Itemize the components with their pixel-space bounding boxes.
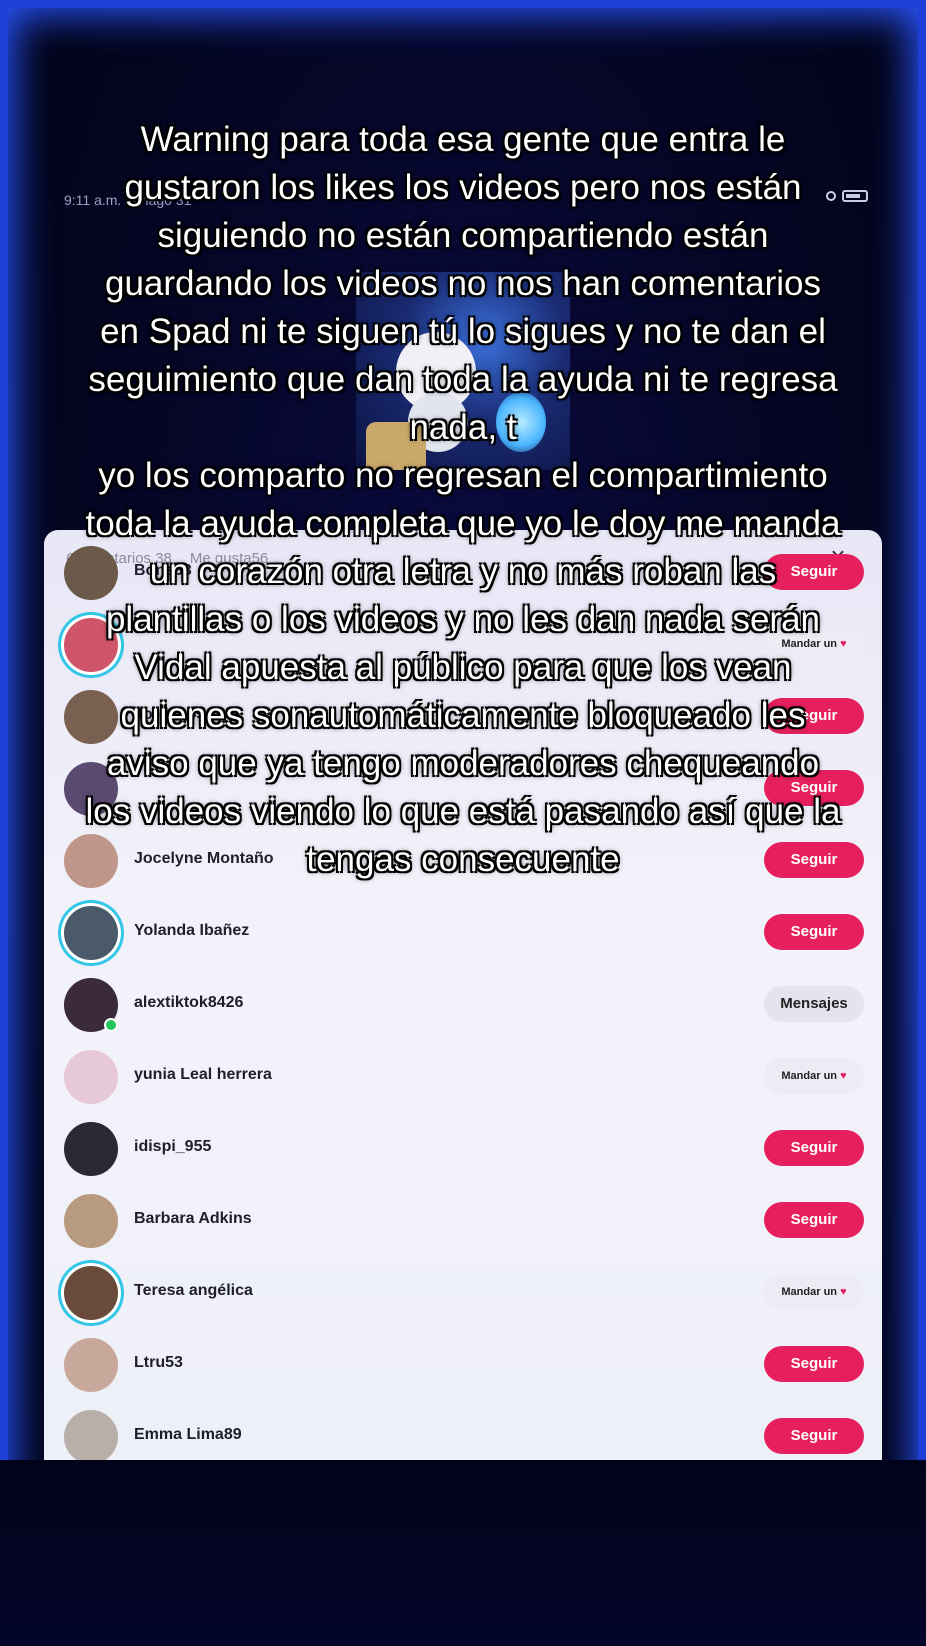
avatar[interactable] bbox=[64, 1122, 118, 1176]
avatar[interactable] bbox=[64, 906, 118, 960]
heart-icon: ♥ bbox=[840, 1070, 847, 1082]
caption-line: en Spad ni te siguen tú lo sigues y no t… bbox=[100, 312, 826, 351]
follow-button[interactable]: Seguir bbox=[764, 1346, 864, 1382]
follow-button[interactable]: Seguir bbox=[764, 1130, 864, 1166]
caption-line: toda la ayuda completa que yo le doy me … bbox=[85, 504, 841, 543]
caption-line: los videos viendo lo que está pasando as… bbox=[85, 792, 841, 831]
caption-line: plantillas o los videos y no les dan nad… bbox=[105, 600, 821, 639]
follow-button[interactable]: Seguir bbox=[764, 914, 864, 950]
send-label: Mandar un bbox=[781, 1286, 838, 1298]
username[interactable]: Ltru53 bbox=[134, 1354, 183, 1372]
username[interactable]: idispi_955 bbox=[134, 1138, 211, 1156]
heart-icon: ♥ bbox=[840, 1286, 847, 1298]
username[interactable]: yunia Leal herrera bbox=[134, 1066, 272, 1084]
caption-line: quienes sonautomáticamente bloqueado les bbox=[120, 696, 806, 735]
list-item[interactable]: Emma Lima89 Seguir bbox=[44, 1400, 882, 1460]
video-frame: 9:11 a.m. Lunago 31 Comentarios 38 Me gu… bbox=[0, 0, 926, 1646]
caption-line: siguiendo no están compartiendo están bbox=[157, 216, 769, 255]
follow-button[interactable]: Seguir bbox=[764, 1202, 864, 1238]
avatar[interactable] bbox=[64, 1050, 118, 1104]
caption-line: aviso que ya tengo moderadores chequeand… bbox=[106, 744, 820, 783]
avatar[interactable] bbox=[64, 1410, 118, 1460]
caption-overlay: Warning para toda esa gente que entra le… bbox=[0, 116, 926, 884]
username[interactable]: Teresa angélica bbox=[134, 1282, 253, 1300]
caption-line: gustaron los likes los videos pero nos e… bbox=[124, 168, 802, 207]
caption-line: guardando los videos no nos han comentar… bbox=[104, 264, 822, 303]
message-button[interactable]: Mensajes bbox=[764, 986, 864, 1022]
follow-button[interactable]: Seguir bbox=[764, 1418, 864, 1454]
username[interactable]: Barbara Adkins bbox=[134, 1210, 252, 1228]
caption-line: yo los comparto no regresan el compartim… bbox=[98, 456, 828, 495]
username[interactable]: Yolanda Ibañez bbox=[134, 922, 249, 940]
list-item[interactable]: alextiktok8426 Mensajes bbox=[44, 968, 882, 1040]
caption-line: tengas consecuente bbox=[306, 840, 620, 879]
caption-line: Vidal apuesta al público para que los ve… bbox=[134, 648, 792, 687]
caption-line: nada, t bbox=[409, 408, 517, 447]
bottom-background bbox=[0, 1460, 926, 1646]
caption-line: seguimiento que dan toda la ayuda ni te … bbox=[88, 360, 838, 399]
avatar[interactable] bbox=[64, 1338, 118, 1392]
caption-line: un corazón otra letra y no más roban las bbox=[149, 552, 777, 591]
list-item[interactable]: Barbara Adkins Seguir bbox=[44, 1184, 882, 1256]
list-item[interactable]: Teresa angélica Mandar un ♥ bbox=[44, 1256, 882, 1328]
send-heart-button[interactable]: Mandar un ♥ bbox=[764, 1058, 864, 1094]
caption-line: Warning para toda esa gente que entra le bbox=[140, 120, 786, 159]
username[interactable]: Emma Lima89 bbox=[134, 1426, 242, 1444]
list-item[interactable]: yunia Leal herrera Mandar un ♥ bbox=[44, 1040, 882, 1112]
online-indicator bbox=[104, 1018, 118, 1032]
avatar[interactable] bbox=[64, 1266, 118, 1320]
list-item[interactable]: Ltru53 Seguir bbox=[44, 1328, 882, 1400]
list-item[interactable]: idispi_955 Seguir bbox=[44, 1112, 882, 1184]
send-heart-button[interactable]: Mandar un ♥ bbox=[764, 1274, 864, 1310]
avatar[interactable] bbox=[64, 1194, 118, 1248]
send-label: Mandar un bbox=[781, 1070, 838, 1082]
list-item[interactable]: Yolanda Ibañez Seguir bbox=[44, 896, 882, 968]
username[interactable]: alextiktok8426 bbox=[134, 994, 243, 1012]
